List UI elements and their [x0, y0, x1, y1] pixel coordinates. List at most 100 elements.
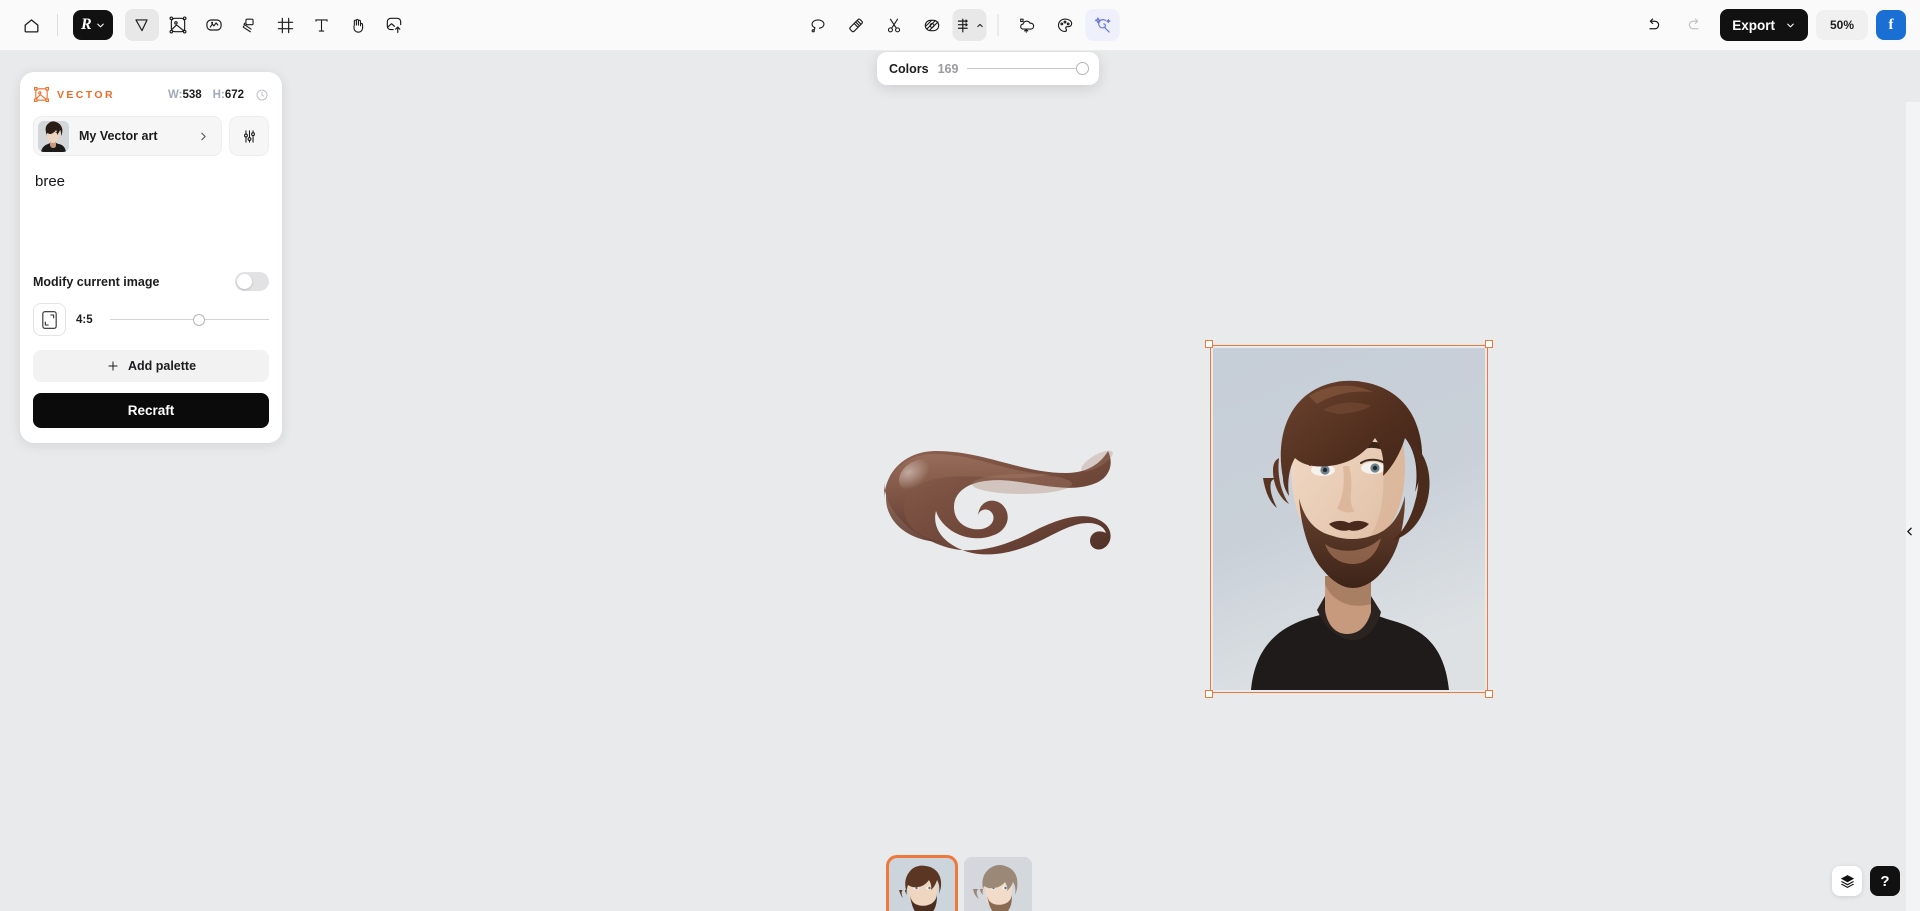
vector-badge: VECTOR: [33, 86, 115, 103]
recraft-button[interactable]: Recraft: [33, 393, 269, 428]
vector-node-icon: [206, 19, 222, 31]
resize-handle-top-right[interactable]: [1485, 340, 1493, 348]
layers-panel-button[interactable]: [1832, 866, 1862, 896]
colors-slider-track: [967, 67, 1087, 70]
width-value: 538: [182, 88, 202, 101]
eraser-icon: [848, 18, 863, 32]
image-icon: [169, 16, 187, 34]
scissors-tool-button[interactable]: [877, 9, 911, 41]
hand-icon: [353, 18, 364, 33]
aspect-ratio-slider-track: [110, 318, 269, 321]
cursor-icon: [135, 18, 148, 31]
style-chevron-right-icon: [197, 130, 210, 143]
portrait-vector-art[interactable]: [1213, 348, 1485, 690]
variant-thumbnail-strip: [886, 855, 1032, 911]
colors-tool-button[interactable]: [952, 9, 987, 41]
colors-icon: [957, 18, 968, 32]
add-palette-label: Add palette: [127, 359, 197, 373]
background-replace-icon: [1019, 18, 1034, 33]
undo-button[interactable]: [1636, 9, 1670, 41]
help-button[interactable]: ?: [1870, 866, 1900, 896]
chevron-left-icon: [1906, 527, 1912, 535]
chevron-down-icon: [96, 23, 104, 27]
upload-image-icon: [386, 17, 401, 34]
vector-image-icon: [34, 87, 49, 102]
vector-tool-button[interactable]: [197, 9, 231, 41]
thumbnail-portrait-2: [964, 857, 1032, 911]
background-tool-button[interactable]: [1010, 9, 1044, 41]
resize-handle-top-left[interactable]: [1205, 340, 1213, 348]
redo-icon: [1689, 18, 1699, 30]
layers-tool-button[interactable]: [233, 9, 267, 41]
clock-icon: [256, 89, 268, 100]
plus-icon: [108, 361, 118, 371]
vector-properties-panel: VECTOR W:538 H:672 My Vector art bree Mo…: [20, 72, 282, 443]
palette-icon: [1057, 17, 1072, 32]
select-tool-button[interactable]: [124, 9, 159, 41]
selected-artwork[interactable]: [1205, 340, 1493, 698]
brand-logo-button[interactable]: R: [73, 10, 113, 40]
export-button[interactable]: Export: [1720, 9, 1808, 41]
style-selector[interactable]: My Vector art: [33, 116, 222, 156]
add-palette-button[interactable]: Add palette: [33, 350, 269, 382]
toolbar-right-group: Export 50% f: [1636, 9, 1906, 41]
text-icon: [315, 18, 328, 32]
vectorize-tool-button[interactable]: [1085, 9, 1120, 41]
style-name: My Vector art: [79, 129, 158, 143]
modify-current-image-toggle[interactable]: [235, 272, 269, 291]
sliders-icon: [243, 129, 255, 143]
zoom-level-button[interactable]: 50%: [1816, 10, 1868, 40]
width-key: W:: [168, 88, 183, 101]
scissors-icon: [887, 18, 900, 32]
prompt-input[interactable]: bree: [33, 170, 269, 266]
height-readout: H:672: [213, 89, 244, 101]
aspect-ratio-row: 4:5: [33, 303, 269, 336]
canvas-area[interactable]: ?: [0, 51, 1920, 911]
chevron-down-icon: [1787, 23, 1794, 27]
history-clock-button[interactable]: [255, 88, 269, 102]
texture-tool-button[interactable]: [915, 9, 949, 41]
brand-logo-mark: R: [81, 16, 92, 33]
image-tool-button[interactable]: [161, 9, 195, 41]
thumbnail-variant-1[interactable]: [886, 855, 958, 911]
dimensions-group: W:538 H:672: [168, 88, 269, 102]
canvas-footer-buttons: ?: [1832, 866, 1900, 896]
user-avatar[interactable]: f: [1876, 10, 1906, 40]
width-readout: W:538: [168, 89, 202, 101]
hand-tool-button[interactable]: [341, 9, 375, 41]
frame-tool-button[interactable]: [269, 9, 303, 41]
right-rail: [1906, 102, 1920, 911]
frame-icon: [277, 17, 294, 33]
text-tool-button[interactable]: [305, 9, 339, 41]
toggle-knob: [237, 274, 252, 289]
upload-tool-button[interactable]: [377, 9, 411, 41]
lasso-tool-button[interactable]: [801, 9, 835, 41]
aspect-ratio-slider-knob[interactable]: [192, 313, 205, 326]
style-thumbnail: [38, 120, 69, 152]
colors-popover: Colors 169: [877, 52, 1099, 85]
home-icon[interactable]: [14, 9, 48, 41]
stack-icon: [242, 18, 254, 32]
aspect-ratio-button[interactable]: [33, 303, 66, 336]
magic-vectorize-icon: [1094, 17, 1111, 33]
height-key: H:: [212, 88, 225, 101]
expand-right-panel-button[interactable]: [1898, 511, 1920, 551]
resize-handle-bottom-right[interactable]: [1485, 690, 1493, 698]
redo-button[interactable]: [1678, 9, 1712, 41]
aspect-ratio-label: 4:5: [76, 313, 93, 326]
aspect-ratio-slider[interactable]: [110, 313, 269, 327]
thumbnail-variant-2[interactable]: [964, 857, 1032, 911]
colors-slider-knob[interactable]: [1076, 62, 1089, 75]
style-row: My Vector art: [33, 116, 269, 156]
portrait-illustration: [1213, 348, 1485, 690]
resize-handle-bottom-left[interactable]: [1205, 690, 1213, 698]
vector-badge-label: VECTOR: [57, 88, 115, 101]
style-settings-button[interactable]: [229, 116, 269, 156]
chevron-up-icon: [977, 23, 983, 27]
eraser-tool-button[interactable]: [839, 9, 873, 41]
toolbar-center-divider: [997, 14, 999, 36]
brown-swirl-object[interactable]: [862, 406, 1162, 596]
toolbar-left-group: R: [0, 9, 411, 41]
colors-slider[interactable]: [967, 62, 1089, 76]
palette-tool-button[interactable]: [1048, 9, 1082, 41]
